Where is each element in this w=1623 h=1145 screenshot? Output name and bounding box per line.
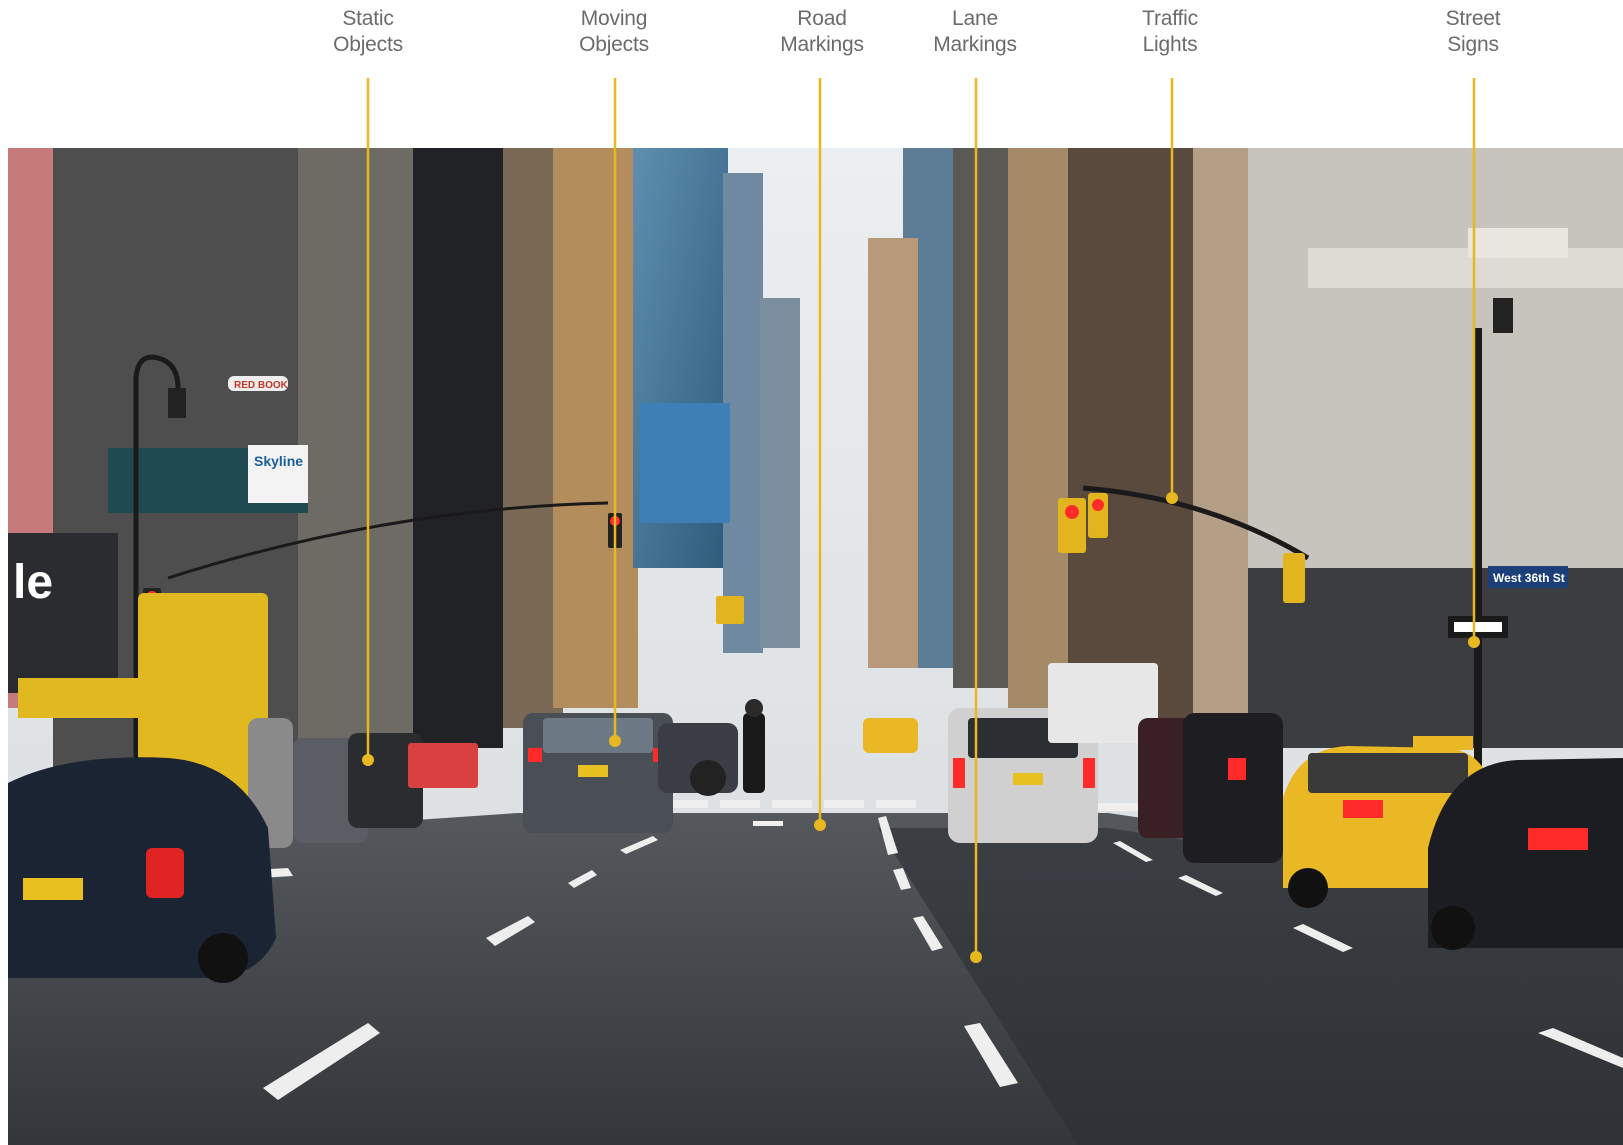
leader-dot-street-signs bbox=[1468, 636, 1480, 648]
leader-lines bbox=[362, 78, 1480, 963]
leader-dot-traffic-lights bbox=[1166, 492, 1178, 504]
annotated-street-diagram: Static Objects Moving Objects Road Markings… bbox=[0, 0, 1623, 1145]
leader-dot-static-objects bbox=[362, 754, 374, 766]
leader-dot-moving-objects bbox=[609, 735, 621, 747]
leader-dot-lane-markings bbox=[970, 951, 982, 963]
callout-leader-lines bbox=[362, 78, 1480, 963]
leader-dot-road-markings bbox=[814, 819, 826, 831]
